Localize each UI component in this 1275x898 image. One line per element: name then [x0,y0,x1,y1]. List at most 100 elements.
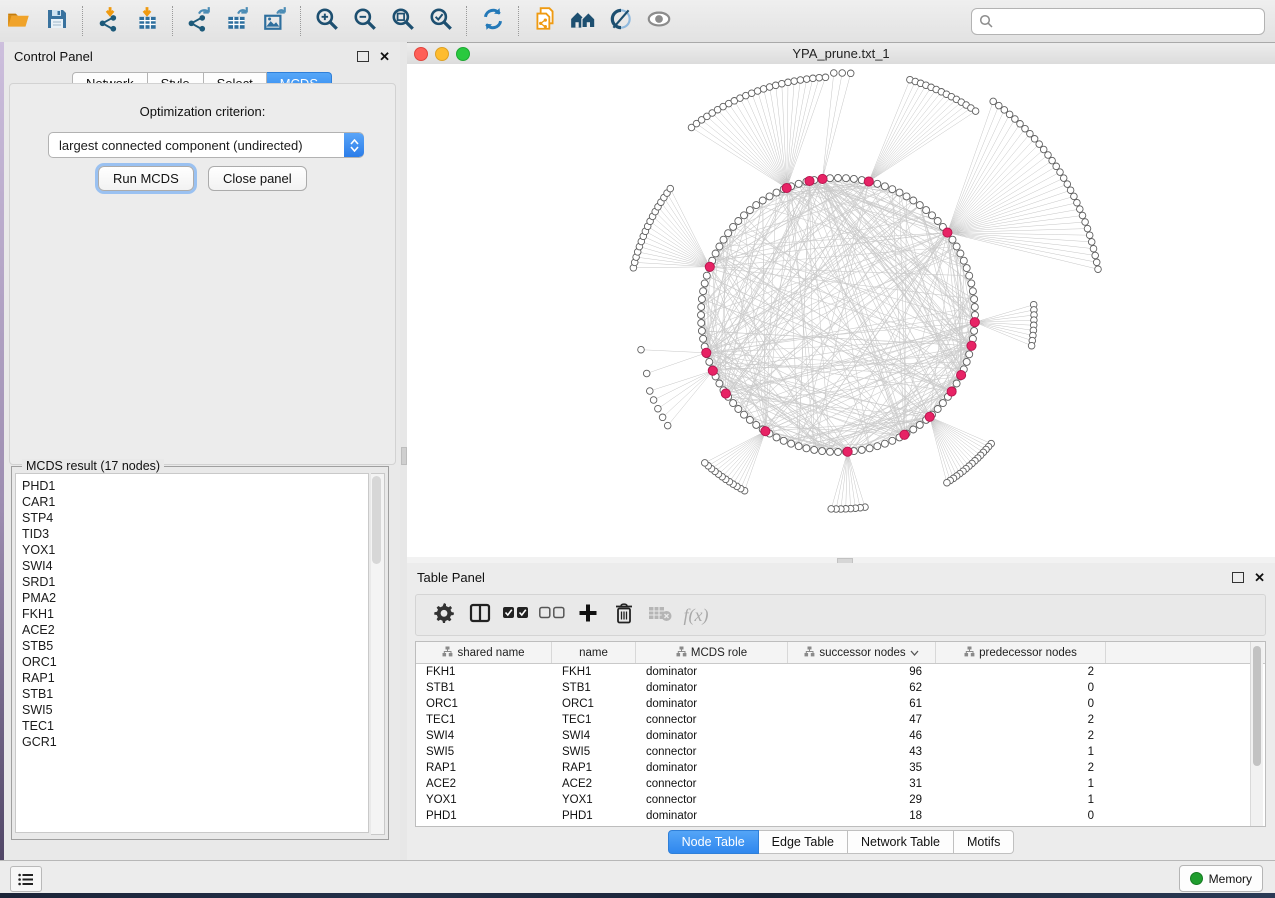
float-panel-icon[interactable] [1232,572,1244,583]
close-panel-icon[interactable]: ✕ [1254,571,1265,584]
mcds-result-item[interactable]: SWI5 [22,702,368,718]
mcds-result-list[interactable]: PHD1CAR1STP4TID3YOX1SWI4SRD1PMA2FKH1ACE2… [15,473,369,833]
mcds-result-item[interactable]: STB1 [22,686,368,702]
network-canvas[interactable] [407,64,1275,557]
hierarchy-icon [676,646,687,660]
zoom-in-button[interactable] [308,4,346,38]
mcds-result-item[interactable]: SRD1 [22,574,368,590]
zoom-selected-button[interactable] [422,4,460,38]
vizmapper-button[interactable] [602,4,640,38]
network-window-titlebar[interactable]: YPA_prune.txt_1 [407,43,1275,65]
table-row[interactable]: FKH1FKH1 dominator96 2 [416,664,1265,680]
column-header-shared-name[interactable]: shared name [416,642,552,663]
mcds-result-item[interactable]: CAR1 [22,494,368,510]
mcds-result-item[interactable]: ACE2 [22,622,368,638]
export-network-button[interactable] [180,4,218,38]
tab-node-table[interactable]: Node Table [668,830,759,854]
trash-icon [614,602,634,629]
network-graph[interactable] [407,64,1275,557]
search-input[interactable] [998,10,1260,33]
save-session-button[interactable] [38,4,76,38]
column-header-MCDS-role[interactable]: MCDS role [636,642,788,663]
mcds-result-item[interactable]: FKH1 [22,606,368,622]
float-panel-icon[interactable] [357,51,369,62]
table-scrollbar[interactable] [1250,642,1263,826]
optimization-criterion-select[interactable]: largest connected component (undirected) [48,132,364,158]
export-image-button[interactable] [256,4,294,38]
column-header-name[interactable]: name [552,642,636,663]
sort-descending-icon [910,647,919,659]
mcds-result-group: MCDS result (17 nodes) PHD1CAR1STP4TID3Y… [11,466,389,840]
houses-button[interactable] [564,4,602,38]
columns-icon [469,602,491,629]
mcds-result-item[interactable]: TEC1 [22,718,368,734]
export-table-icon [224,6,250,37]
column-header-successor-nodes[interactable]: successor nodes [788,642,936,663]
checked-boxes-icon [503,606,529,625]
mcds-result-item[interactable]: YOX1 [22,542,368,558]
mcds-result-item[interactable]: GCR1 [22,734,368,750]
toolbar-separator [466,6,468,36]
table-row[interactable]: YOX1YOX1 connector29 1 [416,792,1265,808]
settings-gear-button[interactable] [426,598,462,632]
clear-selection-button[interactable] [534,598,570,632]
table-panel: Table Panel ✕ f(x) shared namenameMCDS r… [407,563,1275,860]
clone-network-button[interactable] [526,4,564,38]
zoom-selected-icon [428,6,454,37]
mcds-result-item[interactable]: PMA2 [22,590,368,606]
table-row[interactable]: TEC1TEC1 connector47 2 [416,712,1265,728]
run-mcds-button[interactable]: Run MCDS [98,166,194,191]
add-column-button[interactable] [570,598,606,632]
delete-column-button[interactable] [606,598,642,632]
table-row[interactable]: SWI5SWI5 connector43 1 [416,744,1265,760]
column-header-predecessor-nodes[interactable]: predecessor nodes [936,642,1106,663]
function-builder-button[interactable]: f(x) [678,598,714,632]
search-box[interactable] [971,8,1265,35]
hierarchy-icon [442,646,453,660]
mcds-result-item[interactable]: SWI4 [22,558,368,574]
clone-network-icon [532,6,558,37]
import-table-button[interactable] [128,4,166,38]
list-icon [18,873,34,886]
desktop-wallpaper-edge [0,893,1275,898]
show-columns-button[interactable] [462,598,498,632]
eye-icon [645,6,673,37]
task-history-button[interactable] [10,866,42,892]
zoom-in-icon [314,6,340,37]
delete-table-button[interactable] [642,598,678,632]
delete-table-icon [648,604,672,627]
table-row[interactable]: ORC1ORC1 dominator61 0 [416,696,1265,712]
tab-network-table[interactable]: Network Table [848,830,954,854]
table-row[interactable]: PHD1PHD1 dominator18 0 [416,808,1265,824]
select-all-button[interactable] [498,598,534,632]
mcds-result-item[interactable]: PHD1 [22,478,368,494]
table-row[interactable]: SWI4SWI4 dominator46 2 [416,728,1265,744]
zoom-out-button[interactable] [346,4,384,38]
table-row[interactable]: ACE2ACE2 connector31 1 [416,776,1265,792]
mcds-result-item[interactable]: STB5 [22,638,368,654]
import-table-icon [134,6,160,37]
search-icon [979,14,993,28]
tab-edge-table[interactable]: Edge Table [759,830,848,854]
close-panel-icon[interactable]: ✕ [379,50,390,63]
mcds-result-item[interactable]: TID3 [22,526,368,542]
mcds-result-scrollbar[interactable] [371,473,385,835]
mcds-result-item[interactable]: STP4 [22,510,368,526]
mcds-result-item[interactable]: ORC1 [22,654,368,670]
import-network-button[interactable] [90,4,128,38]
plus-icon [578,603,598,628]
table-row[interactable]: STB1STB1 dominator62 0 [416,680,1265,696]
refresh-button[interactable] [474,4,512,38]
zoom-fit-button[interactable] [384,4,422,38]
eye-button[interactable] [640,4,678,38]
open-file-button[interactable] [0,4,38,38]
memory-button[interactable]: Memory [1179,865,1263,892]
tab-motifs[interactable]: Motifs [954,830,1014,854]
mcds-result-item[interactable]: RAP1 [22,670,368,686]
close-panel-button[interactable]: Close panel [208,166,307,191]
table-row[interactable]: RAP1RAP1 dominator35 2 [416,760,1265,776]
toolbar-separator [172,6,174,36]
export-table-button[interactable] [218,4,256,38]
unchecked-boxes-icon [539,606,565,625]
node-table[interactable]: shared namenameMCDS rolesuccessor nodesp… [415,641,1266,827]
